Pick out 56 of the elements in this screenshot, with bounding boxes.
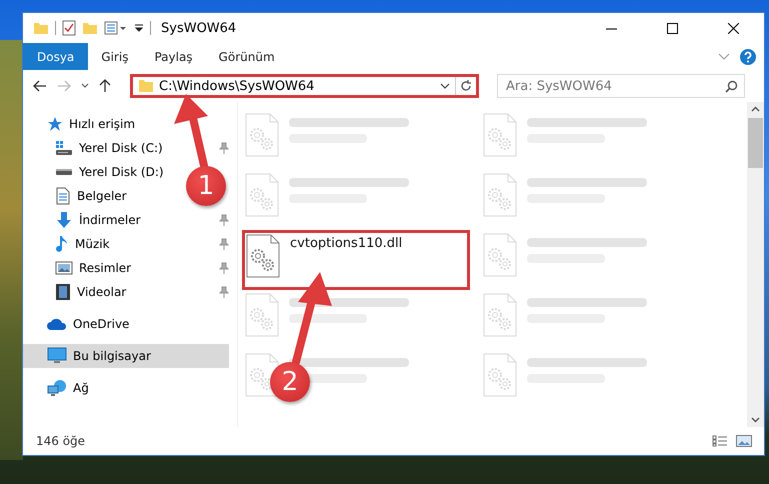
item-count: 146 öğe — [36, 434, 86, 448]
picture-icon — [55, 260, 73, 276]
ribbon-tab[interactable]: Paylaş — [141, 43, 206, 70]
drive-icon — [56, 169, 72, 175]
ribbon-tab[interactable]: Giriş — [88, 43, 142, 70]
monitor-icon — [47, 347, 67, 365]
sidebar-item[interactable]: Yerel Disk (D:) — [23, 160, 170, 184]
pin-icon[interactable] — [219, 214, 229, 226]
folder-icon — [138, 79, 154, 93]
music-note-icon — [55, 235, 69, 253]
drive-icon — [55, 140, 73, 156]
sidebar-item[interactable]: Bu bilgisayar — [23, 344, 229, 368]
film-icon — [55, 283, 71, 301]
sidebar-item[interactable]: Yerel Disk (C:) — [23, 136, 169, 160]
chevron-down-icon[interactable] — [440, 83, 450, 89]
sidebar-item[interactable]: Belgeler — [23, 184, 133, 208]
refresh-icon[interactable] — [460, 80, 472, 92]
address-path: C:\Windows\SysWOW64 — [159, 78, 316, 94]
pin-icon[interactable] — [219, 262, 229, 274]
sidebar-item[interactable]: OneDrive — [23, 312, 136, 336]
sidebar-item[interactable]: Hızlı erişim — [23, 112, 142, 136]
search-field[interactable]: Ara: SysWOW64 — [497, 74, 745, 98]
file-gears-icon — [246, 234, 280, 278]
file-item[interactable]: cvtoptions110.dll — [242, 230, 470, 290]
sidebar-item[interactable]: Müzik — [23, 232, 116, 256]
close-icon[interactable] — [728, 22, 739, 34]
address-bar[interactable]: C:\Windows\SysWOW64 — [130, 74, 479, 98]
up-arrow-icon[interactable] — [99, 79, 111, 93]
sidebar-item[interactable]: İndirmeler — [23, 208, 147, 232]
maximize-icon[interactable] — [667, 22, 678, 34]
help-icon[interactable] — [740, 48, 756, 64]
sidebar-item[interactable]: Resimler — [23, 256, 138, 280]
checklist-icon[interactable] — [62, 20, 76, 36]
pin-icon[interactable] — [219, 142, 229, 154]
sidebar-item[interactable]: Videolar — [23, 280, 132, 304]
file-name: cvtoptions110.dll — [290, 235, 402, 251]
dropdown-caret-icon[interactable] — [134, 23, 144, 33]
star-icon — [47, 116, 63, 132]
properties-icon[interactable] — [104, 21, 128, 35]
thumbnail-view-icon[interactable] — [736, 435, 752, 447]
back-arrow-icon[interactable] — [33, 80, 47, 92]
ribbon-tab[interactable]: Dosya — [23, 43, 88, 70]
window-title: SysWOW64 — [161, 20, 236, 36]
chevron-down-icon[interactable] — [81, 83, 89, 89]
sidebar-item[interactable]: Ağ — [23, 376, 95, 400]
ribbon-tab[interactable]: Görünüm — [206, 43, 288, 70]
cloud-icon — [47, 317, 67, 331]
pin-icon[interactable] — [219, 286, 229, 298]
document-icon — [55, 187, 71, 205]
network-icon — [47, 379, 67, 397]
scrollbar[interactable] — [747, 102, 764, 427]
details-view-icon[interactable] — [712, 435, 728, 447]
download-arrow-icon — [55, 211, 73, 229]
pin-icon[interactable] — [219, 238, 229, 250]
scroll-thumb[interactable] — [748, 118, 763, 168]
search-icon[interactable] — [725, 80, 738, 92]
